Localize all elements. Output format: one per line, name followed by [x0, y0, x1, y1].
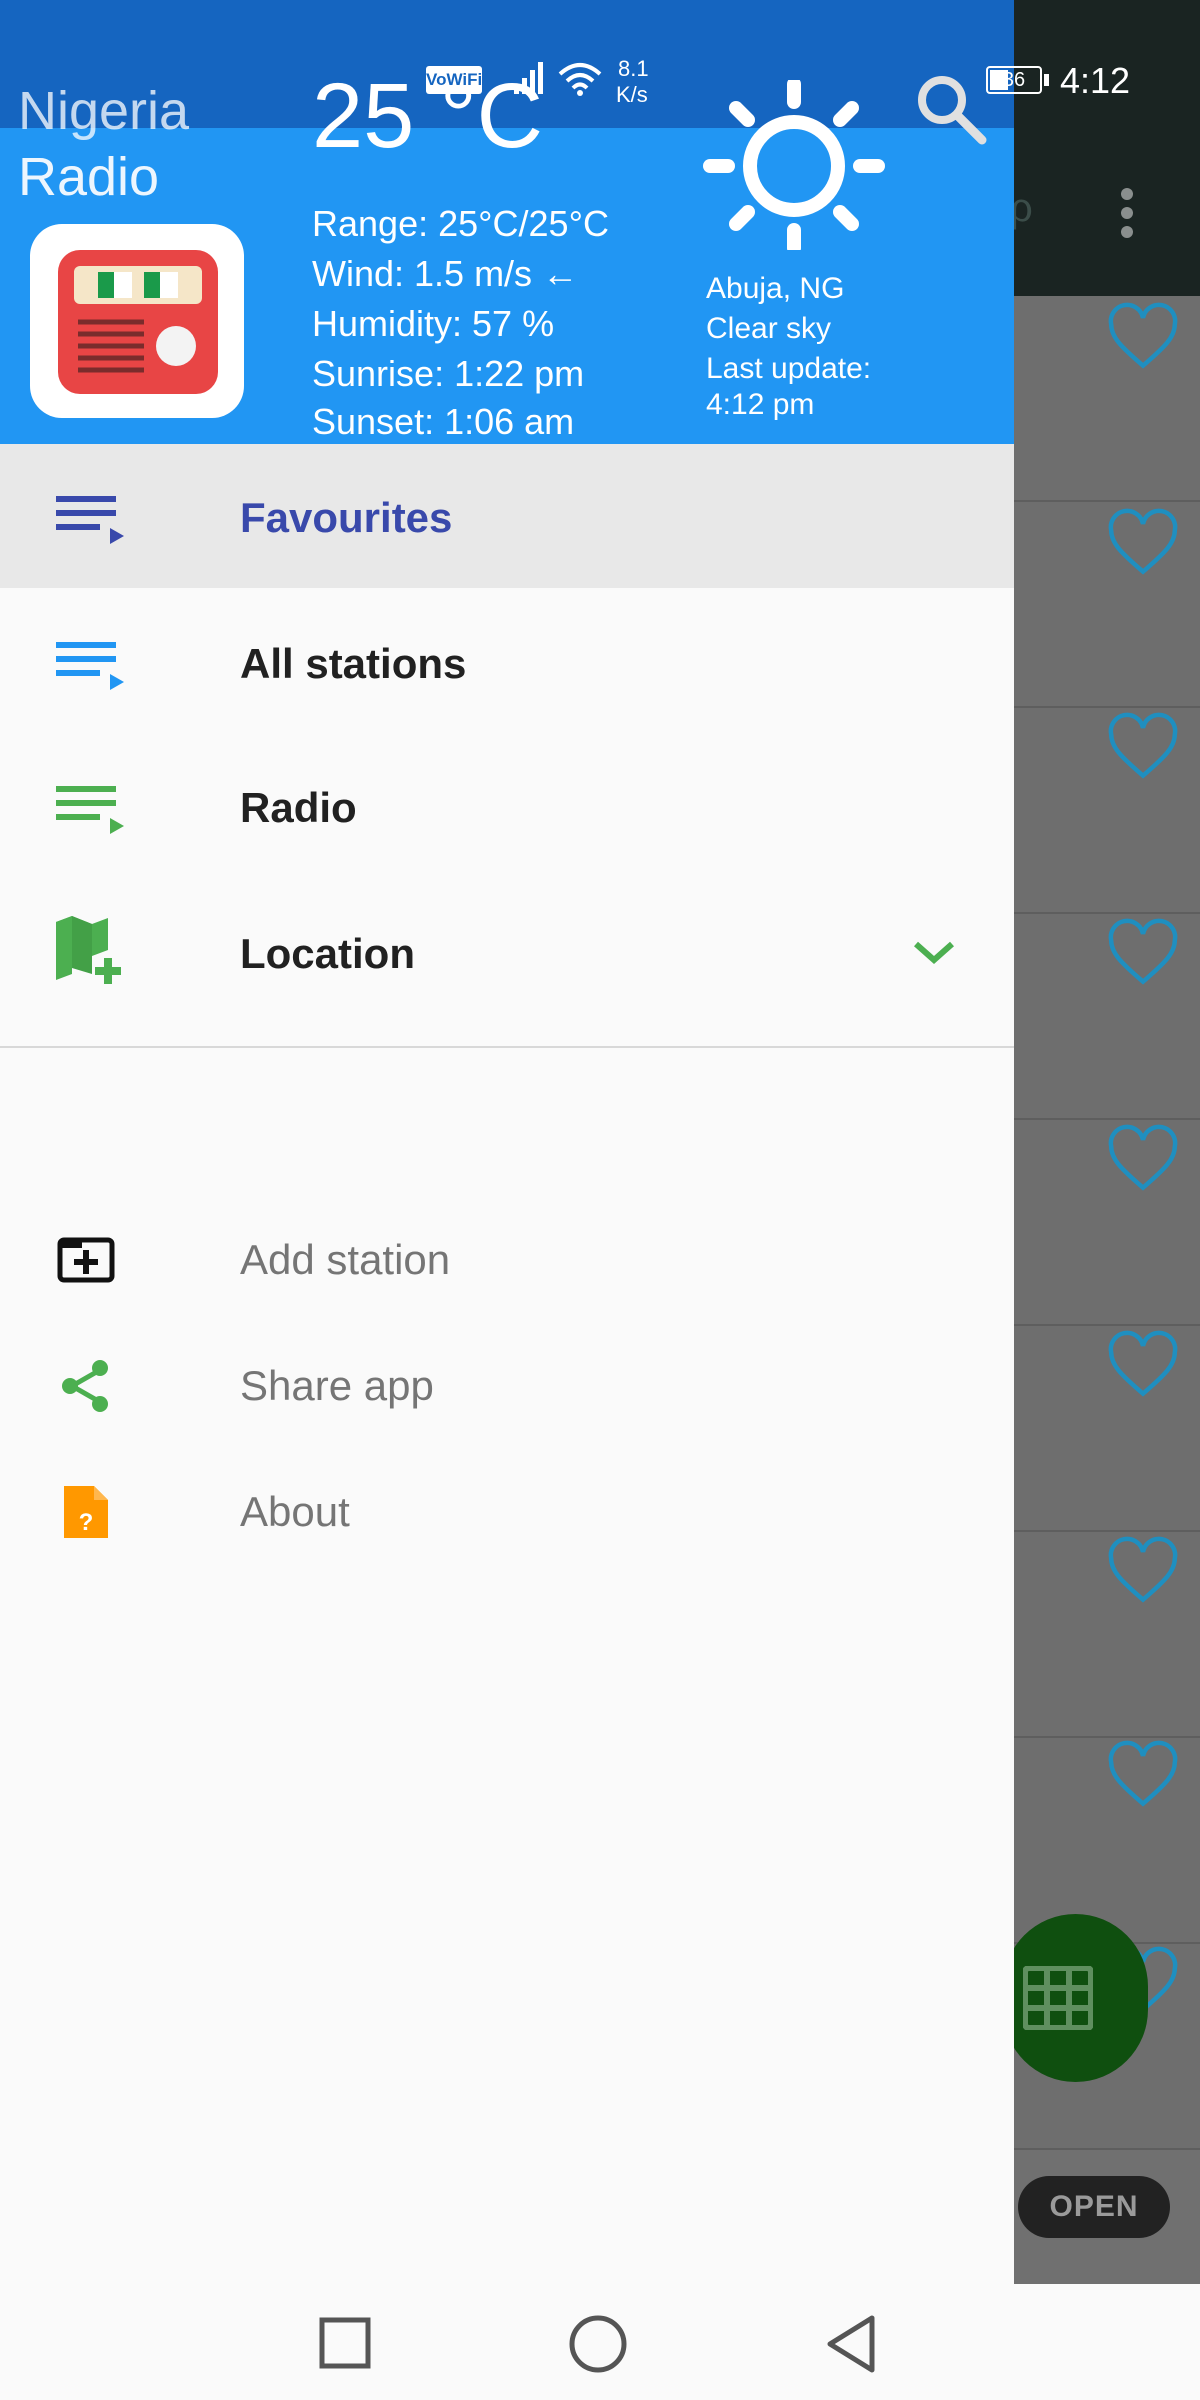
network-speed-unit: K/s	[616, 82, 648, 107]
weather-location: Abuja, NG	[706, 272, 845, 305]
last-update-time: 4:12 pm	[706, 388, 815, 421]
battery-icon: 36	[986, 66, 1042, 94]
heart-outline-icon[interactable]	[1104, 1330, 1182, 1400]
add-box-icon	[57, 1237, 115, 1283]
wind: Wind: 1.5 m/s ←	[312, 253, 579, 294]
heart-outline-icon[interactable]	[1104, 302, 1182, 372]
playlist-icon	[56, 642, 124, 690]
menu-item-location[interactable]: Location	[0, 880, 1014, 1024]
battery-level: 36	[1002, 69, 1026, 91]
playlist-icon	[56, 786, 124, 834]
temperature-range: Range: 25°C/25°C	[312, 203, 609, 244]
menu-item-label: Add station	[240, 1236, 451, 1283]
heart-outline-icon[interactable]	[1104, 508, 1182, 578]
last-update-label: Last update:	[706, 352, 872, 385]
heart-outline-icon[interactable]	[1104, 712, 1182, 782]
menu-item-favourites[interactable]: Favourites	[0, 444, 1014, 588]
radio-logo-icon	[58, 250, 218, 394]
help-file-icon: ?	[64, 1486, 108, 1538]
heart-outline-icon[interactable]	[1104, 1124, 1182, 1194]
search-icon[interactable]	[914, 72, 990, 148]
menu-item-label: All stations	[240, 640, 467, 687]
menu-item-label: Share app	[240, 1362, 434, 1409]
menu-item-label: Favourites	[240, 494, 453, 541]
menu-divider	[0, 1046, 1014, 1048]
open-button[interactable]: OPEN	[1018, 2176, 1170, 2238]
humidity: Humidity: 57 %	[312, 303, 555, 344]
heart-outline-icon[interactable]	[1104, 1740, 1182, 1810]
menu-item-label: Radio	[240, 784, 357, 831]
menu-item-add-station[interactable]: Add station	[0, 1196, 1014, 1322]
heart-outline-icon[interactable]	[1104, 918, 1182, 988]
sunrise: Sunrise: 1:22 pm	[312, 353, 585, 394]
heart-outline-icon[interactable]	[1104, 1536, 1182, 1606]
more-vert-icon[interactable]	[1118, 188, 1136, 238]
app-logo	[30, 224, 244, 418]
network-speed-value: 8.1	[618, 56, 649, 81]
grid-icon	[1023, 1966, 1093, 2030]
menu-item-all-stations[interactable]: All stations	[0, 590, 1014, 734]
status-bar: VoWiFi 8.1 K/s 36 4:12	[0, 0, 1200, 145]
grid-fab-button[interactable]	[1003, 1914, 1148, 2082]
menu-item-radio[interactable]: Radio	[0, 734, 1014, 878]
app-title-line2: Radio	[18, 147, 160, 207]
signal-icon	[514, 62, 543, 94]
chevron-down-icon[interactable]	[912, 938, 956, 966]
menu-item-share-app[interactable]: Share app	[0, 1322, 1014, 1448]
menu-item-about[interactable]: ? About	[0, 1448, 1014, 1574]
recent-apps-icon[interactable]	[314, 2312, 378, 2376]
share-icon	[62, 1360, 108, 1412]
back-icon[interactable]	[820, 2312, 884, 2376]
home-icon[interactable]	[566, 2312, 630, 2376]
status-time: 4:12	[1060, 60, 1131, 101]
map-add-icon	[56, 916, 121, 984]
playlist-icon	[56, 496, 124, 544]
menu-item-label: Location	[240, 930, 415, 977]
wifi-icon	[558, 63, 602, 96]
svg-text:?: ?	[79, 1509, 94, 1536]
weather-condition: Clear sky	[706, 312, 832, 345]
system-navigation-bar	[0, 2284, 1200, 2400]
vowifi-badge: VoWiFi	[426, 66, 482, 94]
navigation-drawer: Nigeria Radio 25 °C Range: 25°C/25°C Win…	[0, 0, 1014, 2284]
menu-item-label: About	[240, 1488, 350, 1535]
sunset: Sunset: 1:06 am	[312, 401, 575, 442]
